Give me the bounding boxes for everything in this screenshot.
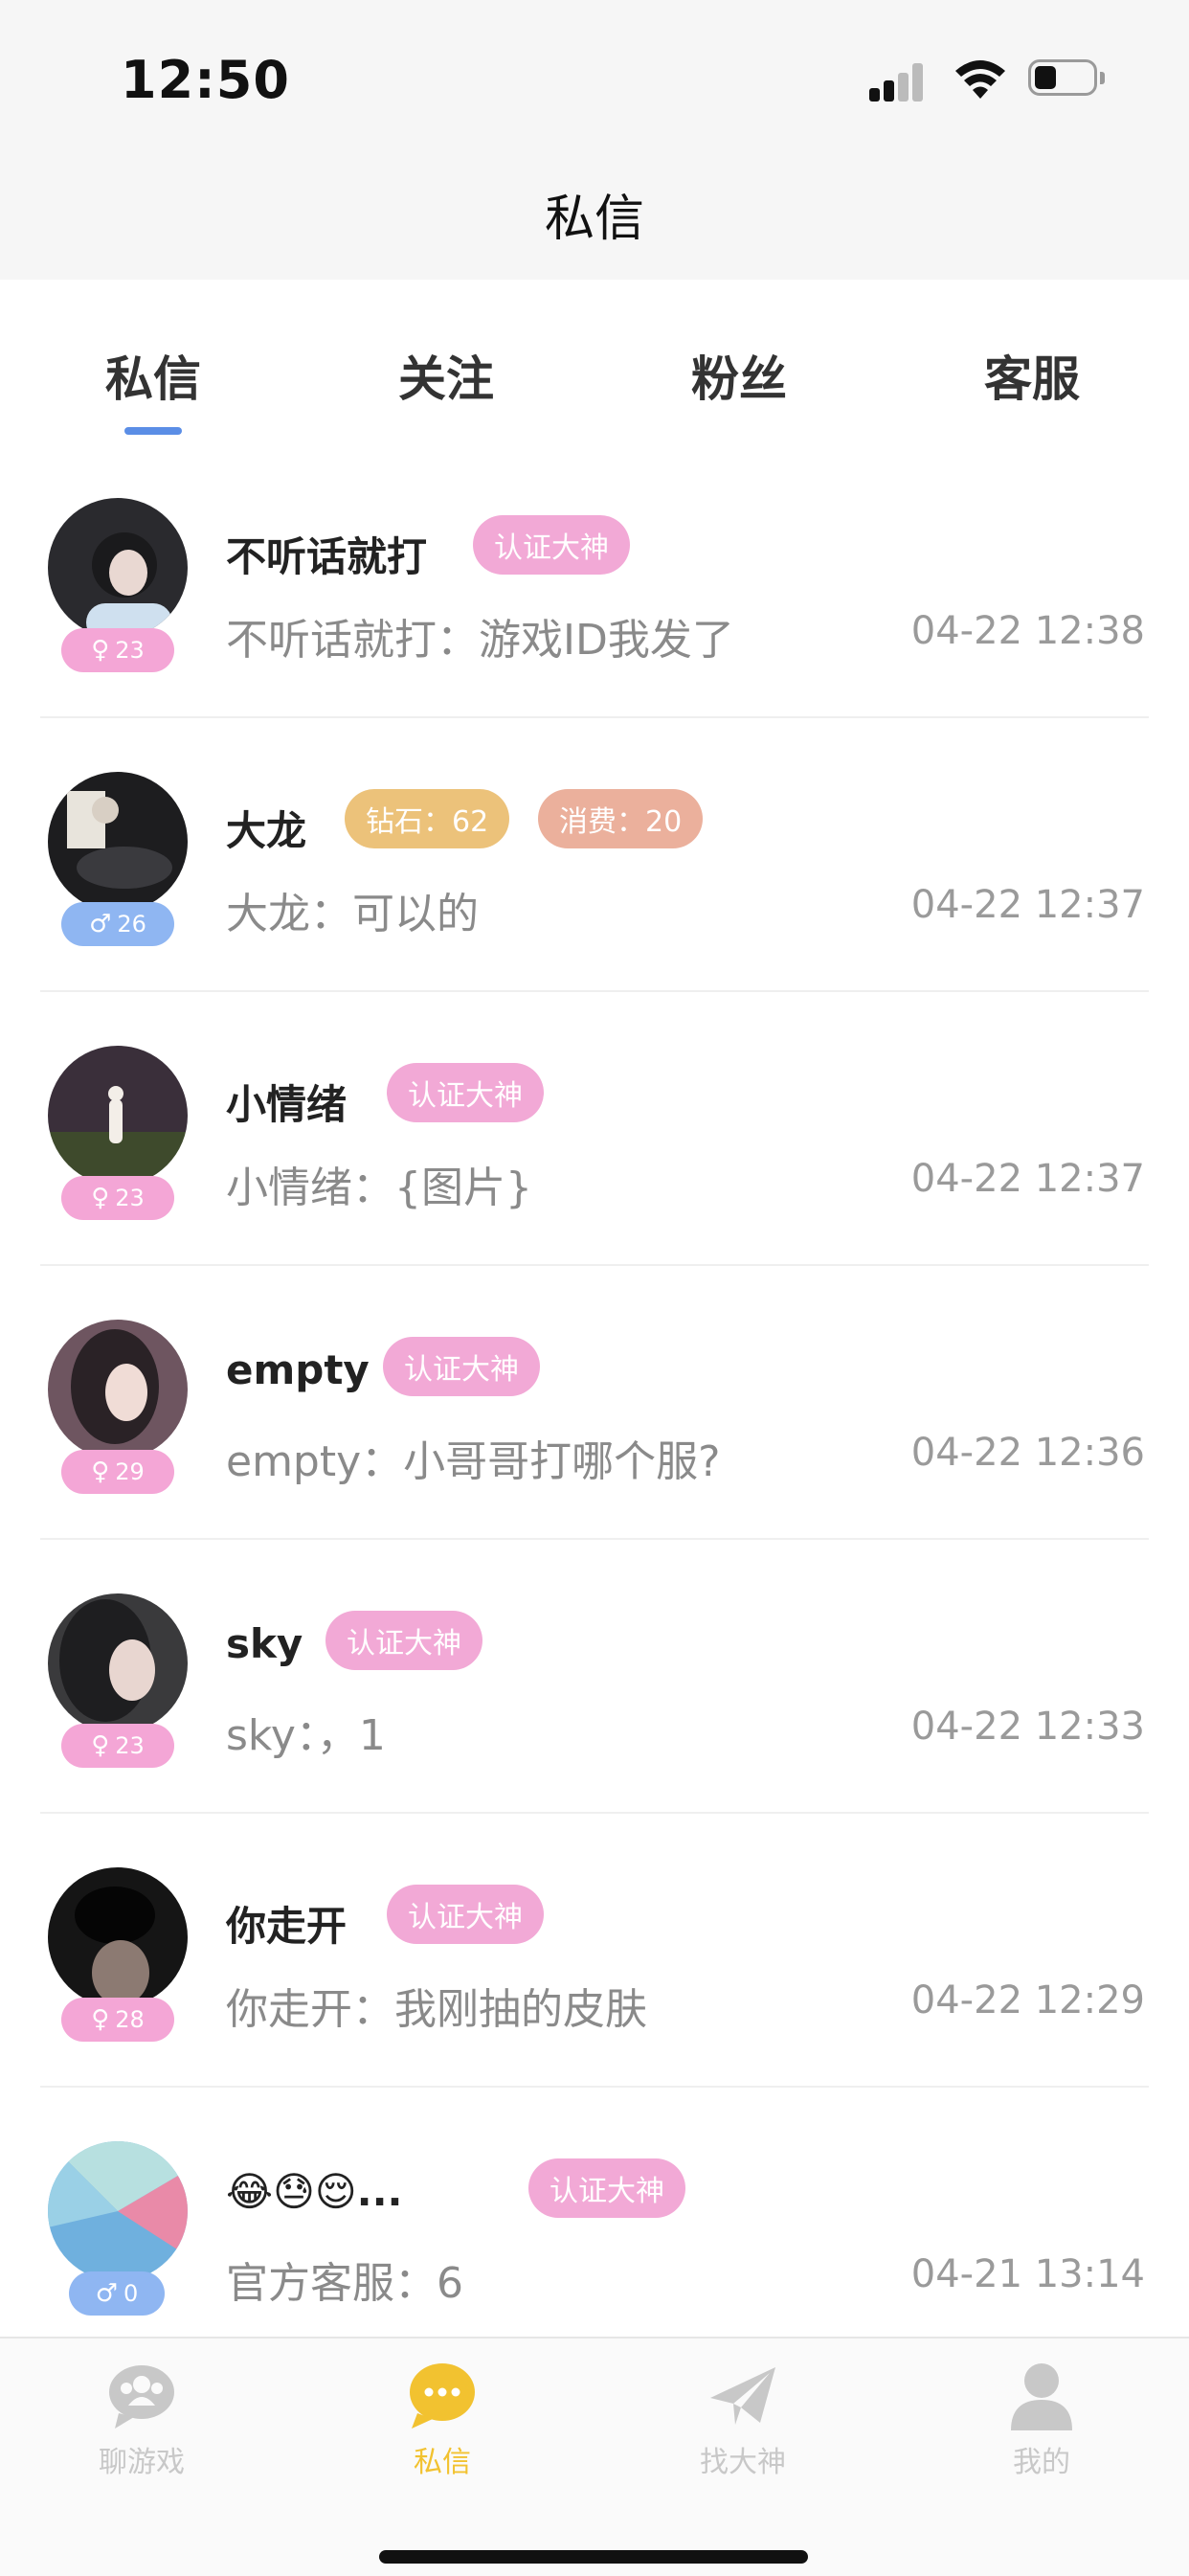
contact-name: 不听话就打	[226, 533, 428, 580]
person-icon	[1011, 2363, 1072, 2430]
message-preview: 官方客服：6	[226, 2259, 463, 2308]
female-icon: ♀	[91, 636, 110, 665]
cellular-signal-icon	[869, 59, 932, 102]
message-preview: 不听话就打：游戏ID我发了	[226, 616, 734, 665]
conversation-list: ♀ 23 不听话就打 认证大神 不听话就打：游戏ID我发了 04-22 12:3…	[0, 444, 1189, 2361]
avatar[interactable]	[48, 1320, 188, 1459]
nav-label: 我的	[1013, 2446, 1070, 2479]
avatar[interactable]	[48, 1046, 188, 1186]
age-value: 23	[115, 1732, 145, 1759]
message-time: 04-22 12:29	[910, 1978, 1145, 2022]
contact-name: 大龙	[226, 807, 307, 854]
message-time: 04-22 12:37	[910, 883, 1145, 927]
age-value: 23	[115, 637, 145, 664]
certified-tag: 认证大神	[383, 1337, 540, 1396]
certified-tag: 认证大神	[528, 2158, 685, 2218]
nav-chat-games[interactable]: 聊游戏	[56, 2360, 228, 2480]
message-preview: empty：小哥哥打哪个服?	[226, 1437, 721, 1486]
age-gender-badge: ♀ 23	[61, 1724, 174, 1768]
spend-tag: 消费：20	[538, 789, 704, 848]
contact-name: 小情绪	[226, 1081, 348, 1128]
nav-label: 私信	[414, 2446, 471, 2479]
nav-messages[interactable]: 私信	[356, 2360, 528, 2480]
message-time: 04-22 12:38	[910, 609, 1145, 653]
bottom-navigation: 聊游戏 私信 找大神 我的	[0, 2337, 1189, 2576]
certified-tag: 认证大神	[325, 1611, 482, 1670]
nav-label: 聊游戏	[99, 2446, 185, 2479]
nav-mine[interactable]: 我的	[955, 2360, 1128, 2480]
contact-name: 😂😓😌...	[226, 2168, 403, 2215]
conversation-row[interactable]: ♂ 0 😂😓😌... 认证大神 官方客服：6 04-21 13:14	[0, 2088, 1189, 2361]
message-time: 04-22 12:36	[910, 1431, 1145, 1475]
contact-name: 你走开	[226, 1903, 348, 1950]
message-bubble-icon	[410, 2363, 475, 2429]
age-gender-badge: ♂ 26	[61, 902, 174, 946]
conversation-row[interactable]: ♀ 23 小情绪 认证大神 小情绪：{图片} 04-22 12:37	[0, 992, 1189, 1266]
age-gender-badge: ♀ 28	[61, 1998, 174, 2042]
conversation-row[interactable]: ♀ 29 empty 认证大神 empty：小哥哥打哪个服? 04-22 12:…	[0, 1266, 1189, 1540]
message-preview: sky：，1	[226, 1711, 386, 1760]
chat-group-icon	[109, 2365, 174, 2429]
tab-fans[interactable]: 粉丝	[643, 341, 835, 410]
female-icon: ♀	[91, 1457, 110, 1486]
conversation-row[interactable]: ♀ 23 sky 认证大神 sky：，1 04-22 12:33	[0, 1540, 1189, 1814]
status-time: 12:50	[121, 50, 290, 110]
certified-tag: 认证大神	[387, 1063, 544, 1122]
tab-customer-service[interactable]: 客服	[936, 341, 1128, 410]
nav-find-masters[interactable]: 找大神	[657, 2360, 829, 2480]
female-icon: ♀	[91, 1731, 110, 1760]
female-icon: ♀	[91, 1184, 110, 1212]
avatar[interactable]	[48, 1593, 188, 1733]
male-icon: ♂	[95, 2279, 119, 2308]
age-value: 29	[115, 1458, 145, 1485]
paper-plane-icon	[710, 2367, 775, 2425]
age-value: 23	[115, 1185, 145, 1211]
tab-following[interactable]: 关注	[350, 341, 542, 410]
age-gender-badge: ♀ 23	[61, 1176, 174, 1220]
home-indicator[interactable]	[379, 2550, 808, 2564]
message-preview: 你走开：我刚抽的皮肤	[226, 1985, 647, 2034]
avatar[interactable]	[48, 1867, 188, 2007]
conversation-row[interactable]: ♂ 26 大龙 钻石：62 消费：20 大龙：可以的 04-22 12:37	[0, 718, 1189, 992]
tab-messages[interactable]: 私信	[57, 341, 249, 410]
page-title: 私信	[544, 191, 644, 248]
contact-name: sky	[226, 1620, 303, 1667]
age-gender-badge: ♀ 29	[61, 1450, 174, 1494]
conversation-row[interactable]: ♀ 23 不听话就打 认证大神 不听话就打：游戏ID我发了 04-22 12:3…	[0, 444, 1189, 718]
certified-tag: 认证大神	[473, 515, 630, 575]
avatar[interactable]	[48, 772, 188, 912]
message-time: 04-22 12:33	[910, 1705, 1145, 1749]
tab-bar: 私信 关注 粉丝 客服	[0, 280, 1189, 444]
battery-icon	[1028, 59, 1105, 98]
age-value: 28	[115, 2006, 145, 2033]
male-icon: ♂	[89, 910, 112, 938]
certified-tag: 认证大神	[387, 1885, 544, 1944]
age-value: 0	[123, 2280, 139, 2307]
message-time: 04-22 12:37	[910, 1157, 1145, 1201]
conversation-row[interactable]: ♀ 28 你走开 认证大神 你走开：我刚抽的皮肤 04-22 12:29	[0, 1814, 1189, 2088]
age-value: 26	[117, 911, 146, 938]
avatar[interactable]	[48, 2141, 188, 2281]
female-icon: ♀	[91, 2005, 110, 2034]
age-gender-badge: ♀ 23	[61, 628, 174, 672]
age-gender-badge: ♂ 0	[69, 2271, 165, 2316]
wifi-icon	[955, 60, 1005, 99]
diamond-tag: 钻石：62	[345, 789, 510, 848]
avatar[interactable]	[48, 498, 188, 638]
nav-label: 找大神	[700, 2446, 786, 2479]
message-preview: 大龙：可以的	[226, 890, 479, 938]
active-tab-indicator	[124, 427, 182, 435]
message-time: 04-21 13:14	[910, 2252, 1145, 2296]
top-bar: 12:50 私信	[0, 0, 1189, 280]
contact-name: empty	[226, 1346, 370, 1393]
message-preview: 小情绪：{图片}	[226, 1164, 532, 1212]
